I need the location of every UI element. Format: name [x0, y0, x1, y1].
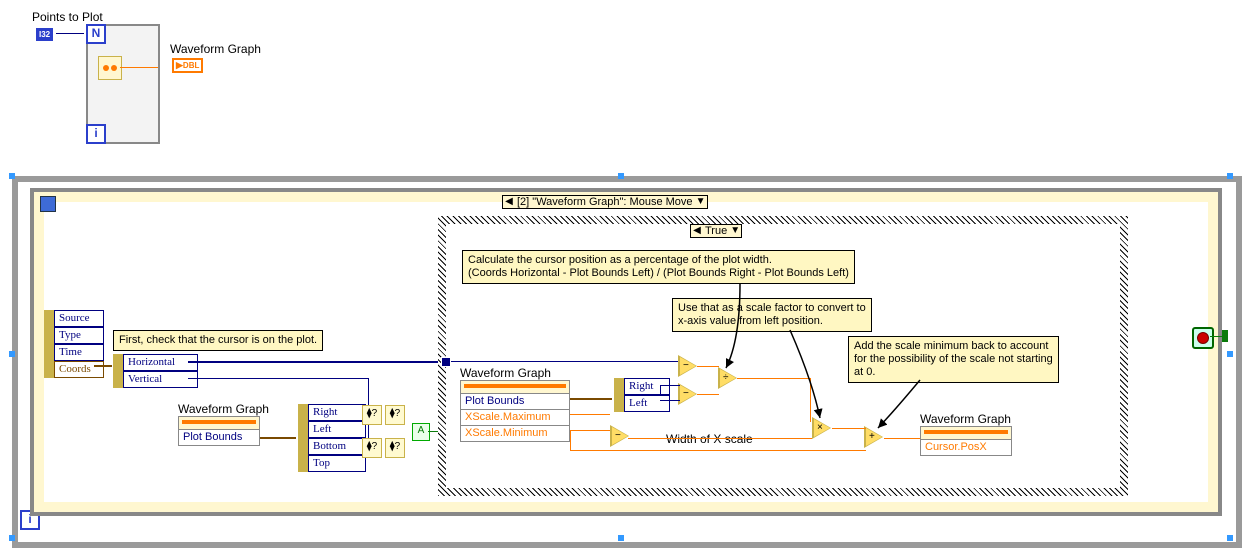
arrow: [0, 0, 1249, 549]
case-tunnel: [441, 357, 451, 367]
